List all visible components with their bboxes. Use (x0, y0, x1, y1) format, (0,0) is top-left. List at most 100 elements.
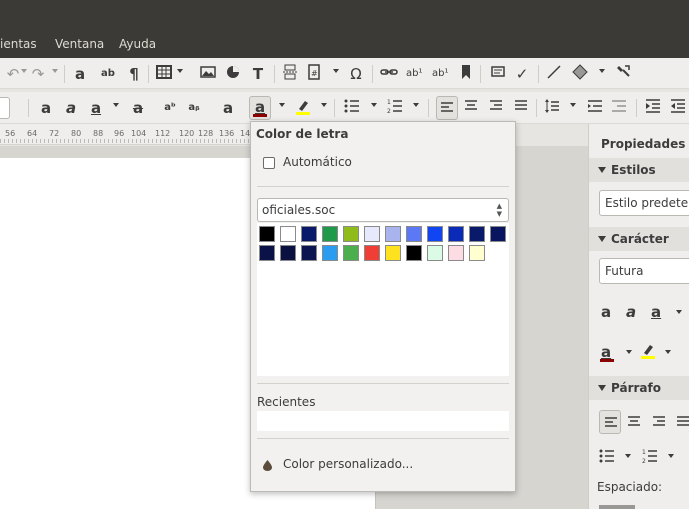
color-swatch[interactable] (490, 226, 506, 242)
color-swatch[interactable] (259, 226, 275, 242)
justify-icon[interactable] (513, 98, 529, 118)
horizontal-ruler[interactable]: 56 64 72 80 88 96 104 112 120 128 136 14 (0, 124, 250, 145)
color-swatch[interactable] (343, 245, 359, 261)
justify-icon[interactable] (676, 414, 689, 434)
undo-dropdown-icon[interactable] (21, 69, 27, 73)
line-icon[interactable] (546, 64, 562, 84)
underline-icon[interactable]: a (651, 302, 661, 322)
bold-icon[interactable]: a (601, 302, 611, 322)
color-swatch[interactable] (301, 226, 317, 242)
align-left-button[interactable] (436, 96, 458, 120)
color-swatch[interactable] (406, 245, 422, 261)
superscript-icon[interactable]: aᵇ (162, 98, 178, 118)
automatic-checkbox[interactable] (263, 157, 275, 169)
highlight-icon[interactable] (294, 98, 312, 118)
color-swatch[interactable] (427, 226, 443, 242)
font-color-dropdown-icon[interactable] (279, 103, 285, 107)
color-swatch[interactable] (364, 226, 380, 242)
font-color-icon[interactable]: a (600, 342, 614, 362)
strikethrough-icon[interactable]: a (130, 98, 146, 118)
numbering-icon[interactable]: 12 (387, 98, 403, 118)
color-swatch[interactable] (385, 226, 401, 242)
color-swatch[interactable] (448, 245, 464, 261)
font-color-dropdown-icon[interactable] (626, 350, 632, 354)
section-character[interactable]: Carácter (589, 227, 689, 251)
font-size-field[interactable] (0, 97, 10, 119)
custom-color-button[interactable]: Color personalizado... (283, 457, 413, 471)
table-icon[interactable] (156, 64, 172, 84)
align-left-button[interactable] (599, 410, 621, 434)
hyperlink-icon[interactable] (380, 64, 398, 84)
redo-icon[interactable]: ↷ (30, 64, 46, 84)
menu-tools[interactable]: ientas (0, 37, 37, 51)
color-swatch[interactable] (364, 245, 380, 261)
track-changes-icon[interactable]: ✓ (514, 64, 530, 84)
section-styles[interactable]: Estilos (589, 158, 689, 182)
chart-icon[interactable] (225, 64, 241, 84)
color-swatch[interactable] (448, 226, 464, 242)
field-icon[interactable]: # (306, 64, 322, 84)
line-spacing-dropdown-icon[interactable] (570, 103, 576, 107)
underline-dropdown-icon[interactable] (113, 103, 119, 107)
bullets-dropdown-icon[interactable] (371, 103, 377, 107)
undo-icon[interactable]: ↶ (5, 64, 21, 84)
formatting-marks-icon[interactable]: ¶ (126, 64, 142, 84)
spelling-icon[interactable]: ab (100, 64, 116, 84)
menu-window[interactable]: Ventana (55, 37, 104, 51)
special-character-icon[interactable]: Ω (348, 64, 364, 84)
field-dropdown-icon[interactable] (333, 69, 339, 73)
color-swatch[interactable] (280, 245, 296, 261)
numbering-icon[interactable]: 12 (642, 448, 658, 468)
image-icon[interactable] (200, 64, 216, 84)
palette-select[interactable]: oficiales.soc ▲ ▼ (257, 198, 509, 222)
clear-formatting-icon[interactable]: a (220, 98, 236, 118)
bullets-dropdown-icon[interactable] (625, 454, 631, 458)
highlight-dropdown-icon[interactable] (321, 103, 327, 107)
underline-dropdown-icon[interactable] (676, 310, 682, 314)
font-name-field[interactable]: Futura (599, 258, 689, 284)
color-swatch[interactable] (301, 245, 317, 261)
bookmark-icon[interactable] (458, 64, 474, 84)
footnote-icon[interactable]: ab¹ (406, 64, 422, 84)
color-swatch[interactable] (427, 245, 443, 261)
comment-icon[interactable] (490, 64, 506, 84)
numbering-dropdown-icon[interactable] (668, 454, 674, 458)
section-paragraph[interactable]: Párrafo (589, 376, 689, 400)
highlight-icon[interactable] (639, 342, 657, 362)
menu-help[interactable]: Ayuda (119, 37, 156, 51)
page-break-icon[interactable] (282, 64, 298, 84)
line-spacing-icon[interactable] (544, 98, 560, 118)
align-right-icon[interactable] (652, 414, 666, 434)
color-swatch[interactable] (385, 245, 401, 261)
increase-paragraph-spacing-icon[interactable] (587, 98, 603, 118)
color-swatch[interactable] (280, 226, 296, 242)
bullets-icon[interactable] (344, 98, 360, 118)
highlight-dropdown-icon[interactable] (665, 350, 671, 354)
clone-formatting-icon[interactable] (616, 64, 632, 84)
spin-arrows-icon[interactable]: ▲ ▼ (497, 202, 502, 218)
textbox-icon[interactable]: T (250, 64, 266, 84)
italic-icon[interactable]: a (63, 98, 79, 118)
shapes-dropdown-icon[interactable] (599, 69, 605, 73)
color-swatch[interactable] (259, 245, 275, 261)
color-swatch[interactable] (406, 226, 422, 242)
automatic-label[interactable]: Automático (283, 155, 352, 169)
paragraph-style-field[interactable]: Estilo predeter (599, 190, 689, 216)
decrease-paragraph-spacing-icon[interactable] (611, 98, 627, 118)
increase-indent-icon[interactable] (645, 98, 661, 118)
table-dropdown-icon[interactable] (177, 69, 183, 73)
color-swatch[interactable] (322, 245, 338, 261)
find-replace-icon[interactable]: a (72, 64, 88, 84)
color-swatch[interactable] (322, 226, 338, 242)
color-swatch[interactable] (469, 245, 485, 261)
align-center-icon[interactable] (627, 414, 641, 434)
align-center-icon[interactable] (463, 98, 479, 118)
bullets-icon[interactable] (599, 448, 615, 468)
underline-icon[interactable]: a (88, 98, 104, 118)
italic-icon[interactable]: a (626, 302, 636, 322)
color-swatch[interactable] (343, 226, 359, 242)
numbering-dropdown-icon[interactable] (413, 103, 419, 107)
color-swatch[interactable] (469, 226, 485, 242)
font-color-button[interactable]: a (249, 96, 271, 120)
endnote-icon[interactable]: ab¹ (432, 64, 448, 84)
